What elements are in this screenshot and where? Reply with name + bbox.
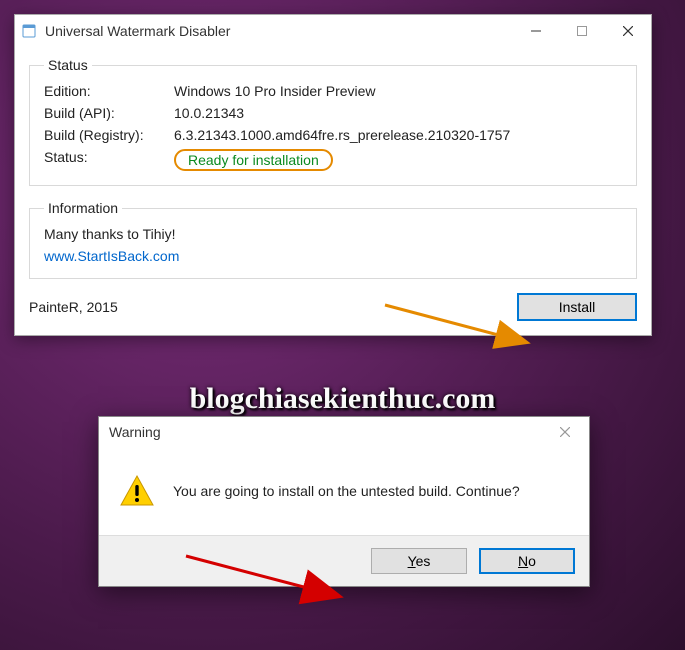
status-group-label: Status [44,57,92,73]
warning-body: You are going to install on the untested… [99,447,589,535]
client-area: Status Edition: Windows 10 Pro Insider P… [15,47,651,335]
credit-text: PainteR, 2015 [29,299,118,315]
build-api-label: Build (API): [44,105,174,121]
status-label: Status: [44,149,174,171]
minimize-button[interactable] [513,15,559,47]
build-registry-value: 6.3.21343.1000.amd64fre.rs_prerelease.21… [174,127,622,143]
maximize-button[interactable] [559,15,605,47]
warning-icon [119,473,155,509]
warning-dialog: Warning You are going to install on the … [98,416,590,587]
close-button[interactable] [605,15,651,47]
info-link[interactable]: www.StartIsBack.com [44,248,179,264]
edition-label: Edition: [44,83,174,99]
edition-value: Windows 10 Pro Insider Preview [174,83,622,99]
window-controls [513,15,651,47]
info-thanks-text: Many thanks to Tihiy! [44,226,622,242]
main-window: Universal Watermark Disabler Status Edit… [14,14,652,336]
warning-title: Warning [109,424,545,440]
information-group: Information Many thanks to Tihiy! www.St… [29,200,637,279]
yes-button[interactable]: Yes [371,548,467,574]
warning-button-row: Yes No [99,535,589,586]
warning-close-button[interactable] [545,418,585,446]
install-button[interactable]: Install [517,293,637,321]
status-value-wrap: Ready for installation [174,149,622,171]
status-value: Ready for installation [174,149,333,171]
build-registry-label: Build (Registry): [44,127,174,143]
information-group-label: Information [44,200,122,216]
titlebar: Universal Watermark Disabler [15,15,651,47]
app-title: Universal Watermark Disabler [45,23,513,39]
image-watermark: blogchiasekienthuc.com [0,382,685,416]
status-group: Status Edition: Windows 10 Pro Insider P… [29,57,637,186]
build-api-value: 10.0.21343 [174,105,622,121]
no-button[interactable]: No [479,548,575,574]
warning-message: You are going to install on the untested… [173,483,520,499]
footer: PainteR, 2015 Install [29,293,637,321]
status-fields: Edition: Windows 10 Pro Insider Preview … [44,83,622,171]
warning-titlebar: Warning [99,417,589,447]
app-icon [21,23,37,39]
